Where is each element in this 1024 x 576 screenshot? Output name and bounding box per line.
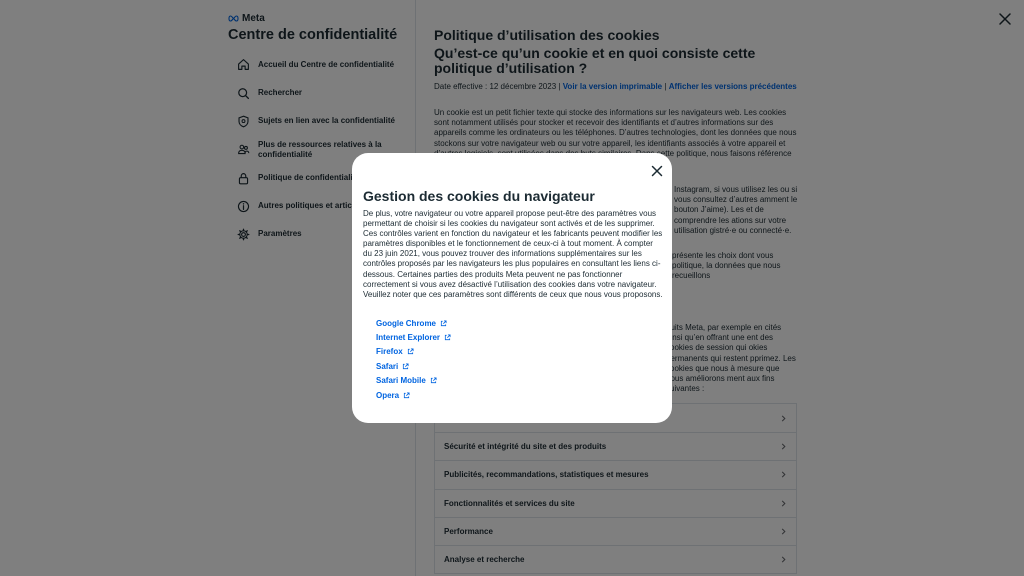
list-item: Safari Mobile (376, 374, 451, 388)
external-link-icon (403, 363, 409, 369)
firefox-link[interactable]: Firefox (376, 347, 403, 356)
list-item: Firefox (376, 345, 451, 359)
opera-link[interactable]: Opera (376, 391, 399, 400)
external-link-icon (440, 320, 447, 326)
external-link-icon (444, 334, 451, 341)
safari-link[interactable]: Safari (376, 362, 398, 371)
external-link-icon (407, 348, 414, 355)
browser-cookies-dialog: Gestion des cookies du navigateur De plu… (352, 153, 672, 423)
list-item: Opera (376, 388, 451, 402)
google-chrome-link[interactable]: Google Chrome (376, 319, 436, 328)
browser-links-list: Google Chrome Internet Explorer Firefox … (376, 316, 451, 402)
dialog-title: Gestion des cookies du navigateur (363, 188, 595, 204)
external-link-icon (430, 377, 437, 384)
list-item: Internet Explorer (376, 330, 451, 344)
external-link-icon (404, 392, 410, 398)
close-icon[interactable] (651, 165, 663, 177)
internet-explorer-link[interactable]: Internet Explorer (376, 333, 440, 342)
list-item: Safari (376, 359, 451, 373)
safari-mobile-link[interactable]: Safari Mobile (376, 376, 426, 385)
list-item: Google Chrome (376, 316, 451, 330)
dialog-body: De plus, votre navigateur ou votre appar… (363, 209, 663, 299)
